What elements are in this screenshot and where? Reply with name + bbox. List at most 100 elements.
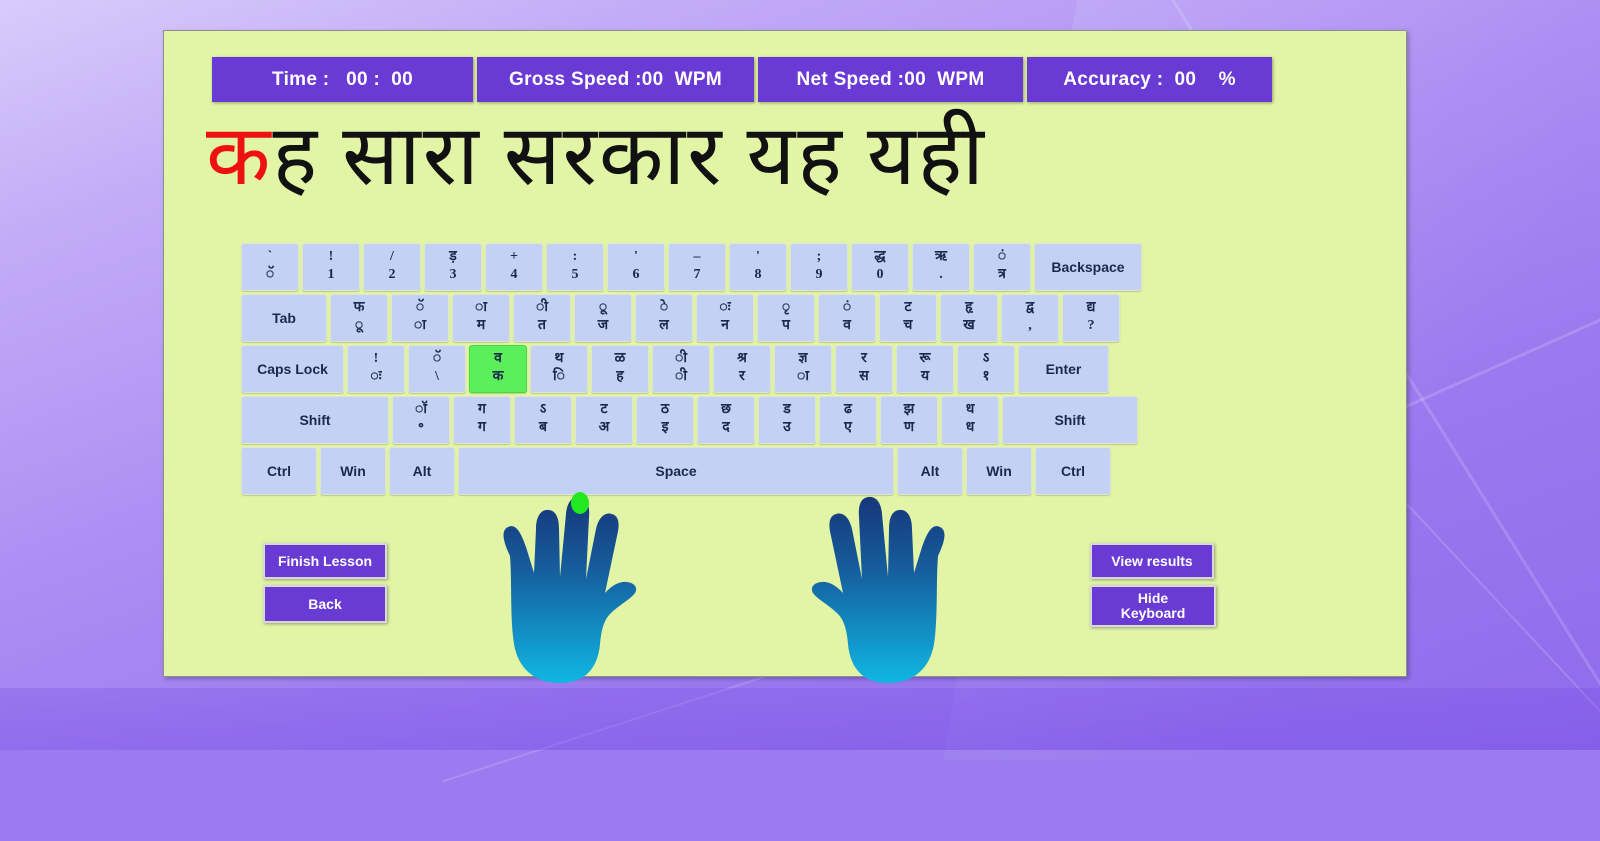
- key-\[interactable]: ॅ \: [408, 345, 466, 393]
- key-अ[interactable]: टअ: [575, 396, 633, 444]
- view-results-button[interactable]: View results: [1090, 543, 1214, 579]
- key-न[interactable]: ः न: [696, 294, 754, 342]
- key-ा[interactable]: ज्ञा: [774, 345, 832, 393]
- key-ब[interactable]: ऽब: [514, 396, 572, 444]
- key-lower-char: ॅ: [265, 267, 275, 282]
- key-upper-char: ी: [536, 300, 548, 315]
- key-upper-char: र: [861, 351, 867, 366]
- key-lower-char: ी: [675, 369, 687, 384]
- key-9[interactable]: ; 9: [790, 243, 848, 291]
- key-,[interactable]: द्व,: [1001, 294, 1059, 342]
- key-स[interactable]: रस: [835, 345, 893, 393]
- key-upper-char: :: [572, 249, 578, 264]
- key-lower-char: 9: [815, 267, 823, 282]
- key-क[interactable]: वक: [469, 345, 527, 393]
- key-alt[interactable]: Alt: [389, 447, 455, 495]
- virtual-keyboard[interactable]: `ॅ! 1/2 ड़ 3 +4:5 ' 6–7 ' 8; 9 द्ध 0 ऋ.ं त्र Backspace…: [241, 243, 1241, 498]
- back-button[interactable]: Back: [263, 585, 387, 623]
- key-ज[interactable]: ू ज: [574, 294, 632, 342]
- right-hand-shape: [811, 496, 945, 683]
- key-lower-char: 7: [693, 267, 701, 282]
- key-lower-char: य: [920, 369, 930, 384]
- key-य[interactable]: रू य: [896, 345, 954, 393]
- key-7[interactable]: –7: [668, 243, 726, 291]
- key-lower-char: ॰: [418, 420, 424, 435]
- key-upper-char: ट: [600, 402, 608, 417]
- key-lower-char: ल: [659, 318, 669, 333]
- key-upper-char: ू: [598, 300, 608, 315]
- key-lower-char: ा: [414, 318, 426, 333]
- lesson-panel: Time : 00 : 00 Gross Speed :00 WPM Net S…: [163, 30, 1407, 683]
- key-6[interactable]: ' 6: [607, 243, 665, 291]
- key-ण[interactable]: झण: [880, 396, 938, 444]
- key-lower-char: स: [859, 369, 869, 384]
- key-.[interactable]: ऋ.: [912, 243, 970, 291]
- key-त्र[interactable]: ं त्र: [973, 243, 1031, 291]
- key-upper-char: ': [756, 249, 760, 264]
- key-lower-char: .: [939, 267, 943, 282]
- key-ह[interactable]: ळह: [591, 345, 649, 393]
- key-backspace[interactable]: Backspace: [1034, 243, 1142, 291]
- key-उ[interactable]: डउ: [758, 396, 816, 444]
- hide-keyboard-button[interactable]: Hide Keyboard: [1090, 585, 1216, 627]
- key-upper-char: ृ: [781, 300, 791, 315]
- key-र[interactable]: श्र र: [713, 345, 771, 393]
- keyboard-row: Tab फूॅाा मी तू जे लः नृ पं व ट च हृ ख द्व, द्य?: [241, 294, 1241, 342]
- key-व[interactable]: ं व: [818, 294, 876, 342]
- key-upper-char: `: [267, 249, 273, 264]
- key-ctrl[interactable]: Ctrl: [241, 447, 317, 495]
- key-द[interactable]: छद: [697, 396, 755, 444]
- key-upper-char: ड़: [449, 249, 457, 264]
- key-0[interactable]: द्ध 0: [851, 243, 909, 291]
- key-त[interactable]: ी त: [513, 294, 571, 342]
- key-इ[interactable]: ठइ: [636, 396, 694, 444]
- key-ि[interactable]: थि: [530, 345, 588, 393]
- key-1[interactable]: ! 1: [302, 243, 360, 291]
- key-प[interactable]: ृ प: [757, 294, 815, 342]
- key-?[interactable]: द्य?: [1062, 294, 1120, 342]
- key-ॅ[interactable]: `ॅ: [241, 243, 299, 291]
- practice-text: कह सारा सरकार यह यही: [206, 115, 1366, 199]
- key-म[interactable]: ा म: [452, 294, 510, 342]
- key-१[interactable]: ऽ१: [957, 345, 1015, 393]
- key-lower-char: ध: [965, 420, 975, 435]
- key-ू[interactable]: फू: [330, 294, 388, 342]
- key-च[interactable]: टच: [879, 294, 937, 342]
- key-upper-char: द्य: [1086, 300, 1096, 315]
- key-lower-char: ,: [1028, 318, 1032, 333]
- key-ctrl[interactable]: Ctrl: [1035, 447, 1111, 495]
- key-upper-char: हृ: [965, 300, 973, 315]
- key-win[interactable]: Win: [320, 447, 386, 495]
- key-3[interactable]: ड़ 3: [424, 243, 482, 291]
- key-ः[interactable]: !ः: [347, 345, 405, 393]
- key-upper-char: ं: [997, 249, 1007, 264]
- key-shift[interactable]: Shift: [1002, 396, 1138, 444]
- key-tab[interactable]: Tab: [241, 294, 327, 342]
- key-upper-char: ऽ: [982, 351, 990, 366]
- key-ध[interactable]: धध: [941, 396, 999, 444]
- key-enter[interactable]: Enter: [1018, 345, 1109, 393]
- key-ी[interactable]: ीी: [652, 345, 710, 393]
- key-shift[interactable]: Shift: [241, 396, 389, 444]
- stat-gross-speed: Gross Speed :00 WPM: [477, 57, 754, 102]
- key-lower-char: त्र: [998, 267, 1006, 282]
- key-ग[interactable]: गग: [453, 396, 511, 444]
- key-॰[interactable]: ॉ ॰: [392, 396, 450, 444]
- finish-lesson-button[interactable]: Finish Lesson: [263, 543, 387, 579]
- key-lower-char: 0: [876, 267, 884, 282]
- key-2[interactable]: /2: [363, 243, 421, 291]
- key-5[interactable]: :5: [546, 243, 604, 291]
- hands-diagram: [474, 481, 974, 686]
- key-win[interactable]: Win: [966, 447, 1032, 495]
- key-ख[interactable]: हृ ख: [940, 294, 998, 342]
- key-ल[interactable]: े ल: [635, 294, 693, 342]
- key-4[interactable]: +4: [485, 243, 543, 291]
- key-ए[interactable]: ढए: [819, 396, 877, 444]
- key-lower-char: व: [843, 318, 851, 333]
- key-label: Tab: [272, 309, 296, 326]
- key-8[interactable]: ' 8: [729, 243, 787, 291]
- key-ा[interactable]: ॅा: [391, 294, 449, 342]
- key-lower-char: अ: [598, 420, 610, 435]
- key-caps-lock[interactable]: Caps Lock: [241, 345, 344, 393]
- key-lower-char: ह: [616, 369, 624, 384]
